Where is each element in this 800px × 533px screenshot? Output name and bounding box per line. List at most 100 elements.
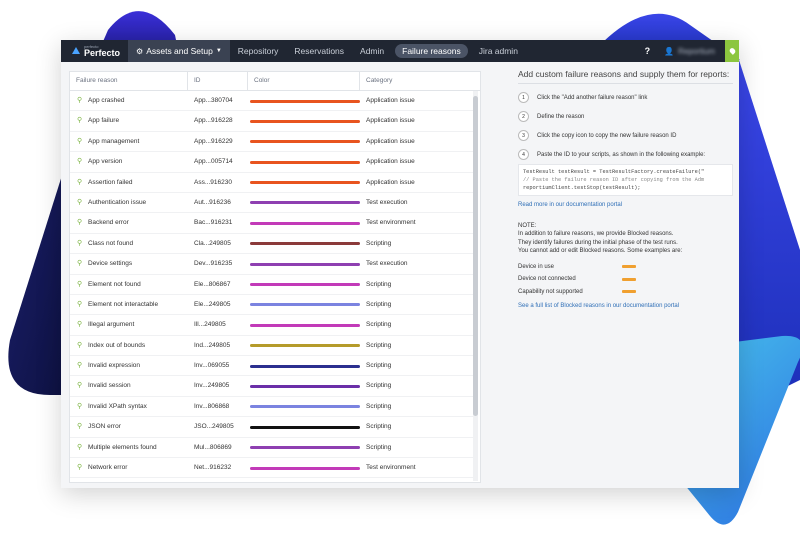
table-row[interactable]: ⚲ Device settings Dev...916235 Test executi… bbox=[70, 254, 473, 275]
blocked-color-bar bbox=[622, 277, 636, 281]
failure-reason-category: Application issue bbox=[366, 97, 415, 104]
failure-reason-category: Application issue bbox=[366, 178, 415, 186]
nav-reservations[interactable]: Reservations bbox=[286, 40, 352, 62]
failure-reason-category: Application issue bbox=[366, 158, 415, 166]
header-color[interactable]: Color bbox=[248, 72, 360, 90]
code-example[interactable]: TestResult testResult = TestResultFactor… bbox=[518, 164, 733, 196]
nav-assets-and-setup[interactable]: ⚙ Assets and Setup ▼ bbox=[128, 40, 230, 62]
failure-reason-name: Authentication issue bbox=[88, 198, 147, 206]
failure-reason-name: Invalid XPath syntax bbox=[88, 402, 147, 410]
failure-reason-id[interactable]: Net...916232 bbox=[194, 458, 231, 477]
failure-reason-id[interactable]: Aut...916236 bbox=[194, 193, 231, 212]
failure-reason-id[interactable]: Cla...249805 bbox=[194, 234, 231, 253]
failure-reason-name: App failure bbox=[88, 117, 120, 125]
note-line: They identify failures during the initia… bbox=[518, 239, 678, 246]
wrench-icon: ⚲ bbox=[77, 219, 83, 227]
scrollbar-thumb[interactable] bbox=[473, 96, 478, 416]
failure-reason-id[interactable]: Ill...249805 bbox=[194, 315, 226, 334]
table-row[interactable]: ⚲ App failure App...916228 Application issu… bbox=[70, 111, 473, 132]
step-3: 3 Click the copy icon to copy the new fa… bbox=[518, 130, 733, 141]
failure-reason-id[interactable]: Inv...806868 bbox=[194, 397, 229, 416]
help-icon[interactable]: ? bbox=[645, 46, 651, 56]
logo-name: Perfecto bbox=[84, 47, 121, 58]
note-line: In addition to failure reasons, we provi… bbox=[518, 231, 674, 238]
nav-jira-admin[interactable]: Jira admin bbox=[471, 40, 526, 62]
failure-reason-color-bar bbox=[250, 303, 360, 307]
failure-reason-id[interactable]: App...380704 bbox=[194, 91, 233, 110]
table-row[interactable]: ⚲ Element not found Ele...806867 Scripting bbox=[70, 275, 473, 295]
step-text: Click the "Add another failure reason" l… bbox=[537, 94, 648, 101]
failure-reason-category: Scripting bbox=[366, 362, 392, 370]
blocked-color-bar bbox=[622, 290, 636, 294]
table-row[interactable]: ⚲ Network error Net...916232 Test environme… bbox=[70, 458, 473, 479]
table-scrollbar[interactable] bbox=[473, 91, 478, 481]
table-row[interactable]: ⚲ Assertion failed Ass...916230 Application… bbox=[70, 173, 473, 193]
failure-reason-color-bar bbox=[250, 181, 360, 185]
failure-reason-id[interactable]: Ind...249805 bbox=[194, 336, 230, 355]
table-row[interactable]: ⚲ Element not interactable Ele...249805 Scr… bbox=[70, 295, 473, 316]
documentation-link[interactable]: Read more in our documentation portal bbox=[518, 202, 733, 208]
failure-reason-id[interactable]: App...916229 bbox=[194, 132, 233, 151]
nav-failure-reasons[interactable]: Failure reasons bbox=[395, 44, 468, 58]
table-row[interactable]: ⚲ App management App...916229 Application i… bbox=[70, 132, 473, 153]
user-name[interactable]: Reportium bbox=[678, 47, 715, 56]
nav-repository[interactable]: Repository bbox=[230, 40, 287, 62]
failure-reason-name: App crashed bbox=[88, 97, 125, 104]
app-window: perfecto Perfecto ⚙ Assets and Setup ▼ R… bbox=[61, 40, 739, 488]
wrench-icon: ⚲ bbox=[77, 382, 83, 390]
header-category[interactable]: Category bbox=[360, 72, 473, 90]
table-row[interactable]: ⚲ Index out of bounds Ind...249805 Scriptin… bbox=[70, 336, 473, 357]
table-row[interactable]: ⚲ JSON error JSO...249805 Scripting bbox=[70, 417, 473, 438]
failure-reason-color-bar bbox=[250, 242, 360, 246]
failure-reason-id[interactable]: Ele...249805 bbox=[194, 295, 231, 314]
failure-reason-color-bar bbox=[250, 99, 360, 103]
table-row[interactable]: ⚲ App crashed App...380704 Application issu… bbox=[70, 91, 473, 112]
failure-reason-id[interactable]: Mul...806869 bbox=[194, 438, 232, 457]
header-id[interactable]: ID bbox=[188, 72, 248, 90]
wrench-icon: ⚲ bbox=[77, 300, 83, 308]
failure-reason-id[interactable]: Inv...069055 bbox=[194, 356, 229, 375]
table-row[interactable]: ⚲ Authentication issue Aut...916236 Test ex… bbox=[70, 193, 473, 214]
failure-reason-id[interactable]: Bac...916231 bbox=[194, 213, 232, 232]
blocked-color-bar bbox=[622, 265, 636, 269]
location-pin-button[interactable] bbox=[725, 40, 739, 62]
table-row[interactable]: ⚲ Illegal argument Ill...249805 Scripting bbox=[70, 315, 473, 336]
table-row[interactable]: ⚲ Backend error Bac...916231 Test environme… bbox=[70, 213, 473, 234]
failure-reason-id[interactable]: App...916228 bbox=[194, 111, 233, 130]
header-failure-reason[interactable]: Failure reason bbox=[70, 72, 188, 90]
failure-reason-id[interactable]: Dev...916235 bbox=[194, 254, 232, 273]
perfecto-logo[interactable]: perfecto Perfecto bbox=[71, 44, 121, 58]
step-text: Define the reason bbox=[537, 113, 585, 120]
nav-admin[interactable]: Admin bbox=[352, 40, 392, 62]
failure-reason-id[interactable]: Ass...916230 bbox=[194, 173, 232, 192]
failure-reason-id[interactable]: Pop...806870 bbox=[194, 478, 233, 482]
table-row[interactable]: ⚲ Popup handling Pop...806870 Scripting bbox=[70, 478, 473, 482]
table-row[interactable]: ⚲ Invalid expression Inv...069055 Scripting bbox=[70, 356, 473, 377]
failure-reason-color-bar bbox=[250, 160, 360, 164]
perfecto-logo-icon bbox=[72, 47, 80, 54]
table-row[interactable]: ⚲ Multiple elements found Mul...806869 Scri… bbox=[70, 438, 473, 459]
wrench-icon: ⚲ bbox=[77, 198, 83, 206]
blocked-reasons-link[interactable]: See a full list of Blocked reasons in ou… bbox=[518, 303, 733, 309]
failure-reason-name: Invalid expression bbox=[88, 362, 141, 370]
instructions-panel: Add custom failure reasons and supply th… bbox=[518, 69, 733, 309]
failure-reason-id[interactable]: Inv...249805 bbox=[194, 376, 229, 395]
failure-reason-id[interactable]: JSO...249805 bbox=[194, 417, 234, 436]
table-row[interactable]: ⚲ Invalid session Inv...249805 Scripting bbox=[70, 376, 473, 397]
blocked-reason-item: Device in use bbox=[518, 262, 636, 273]
wrench-icon: ⚲ bbox=[77, 260, 83, 268]
wrench-icon: ⚲ bbox=[77, 478, 82, 482]
table-row[interactable]: ⚲ App version App...005714 Application issu… bbox=[70, 152, 473, 173]
wrench-icon: ⚲ bbox=[77, 443, 83, 451]
wrench-icon: ⚲ bbox=[77, 158, 83, 166]
failure-reason-id[interactable]: Ele...806867 bbox=[194, 275, 231, 294]
failure-reason-name: Popup handling bbox=[88, 478, 133, 482]
table-row[interactable]: ⚲ Class not found Cla...249805 Scripting bbox=[70, 234, 473, 255]
table-row[interactable]: ⚲ Invalid XPath syntax Inv...806868 Scripti… bbox=[70, 397, 473, 418]
failure-reason-name: Device settings bbox=[88, 260, 133, 268]
user-icon[interactable]: 👤 bbox=[664, 47, 674, 56]
failure-reason-category: Scripting bbox=[366, 478, 391, 482]
step-number: 1 bbox=[518, 92, 529, 103]
failure-reason-name: Element not found bbox=[88, 280, 141, 288]
failure-reason-id[interactable]: App...005714 bbox=[194, 152, 233, 171]
